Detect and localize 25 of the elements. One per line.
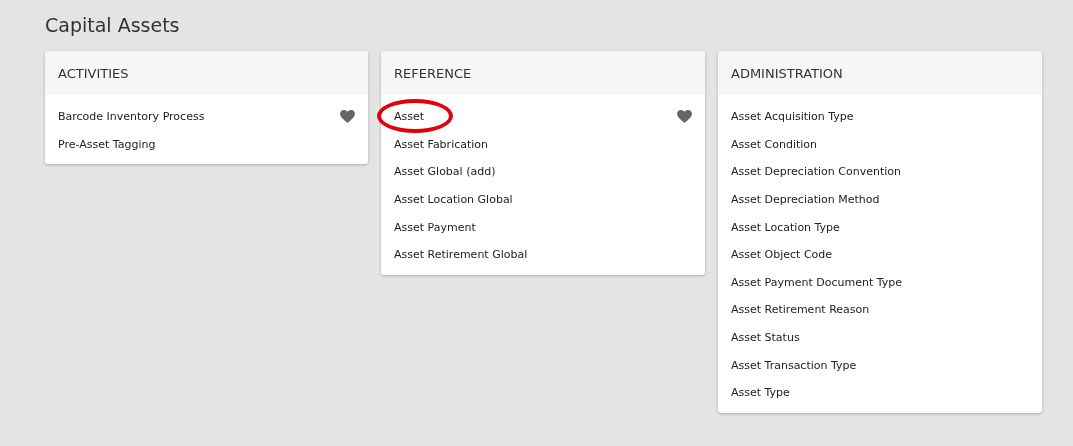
menu-link[interactable]: Asset Fabrication — [394, 137, 489, 151]
heart-icon[interactable] — [340, 110, 355, 124]
menu-link[interactable]: Pre-Asset Tagging — [58, 137, 156, 151]
menu-link[interactable]: Asset Object Code — [731, 248, 833, 262]
menu-link[interactable]: Asset Payment — [394, 220, 476, 234]
menu-link[interactable]: Asset Status — [731, 331, 800, 345]
menu-link[interactable]: Barcode Inventory Process — [58, 110, 205, 124]
page-title: Capital Assets — [45, 14, 181, 36]
menu-link[interactable]: Asset Location Global — [394, 193, 513, 207]
menu-link[interactable]: Asset Condition — [731, 137, 818, 151]
card-header: REFERENCE — [381, 51, 705, 95]
menu-link[interactable]: Asset Retirement Reason — [731, 303, 870, 317]
menu-link[interactable]: Asset Location Type — [731, 220, 840, 234]
menu-link[interactable]: Asset Type — [731, 386, 790, 400]
menu-link[interactable]: Asset Global (add) — [394, 165, 496, 179]
card-header: ADMINISTRATION — [718, 51, 1042, 95]
menu-link[interactable]: Asset Depreciation Convention — [731, 165, 901, 179]
heart-icon[interactable] — [677, 110, 692, 124]
menu-link[interactable]: Asset Depreciation Method — [731, 193, 880, 207]
menu-link[interactable]: Asset Acquisition Type — [731, 110, 854, 124]
menu-link[interactable]: Asset Transaction Type — [731, 358, 857, 372]
menu-link[interactable]: Asset Payment Document Type — [731, 275, 902, 289]
card-header: ACTIVITIES — [45, 51, 368, 95]
menu-link[interactable]: Asset — [394, 110, 425, 124]
menu-link[interactable]: Asset Retirement Global — [394, 248, 528, 262]
